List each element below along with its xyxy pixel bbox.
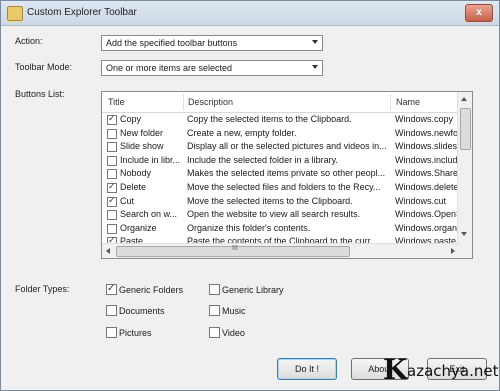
row-name: Windows.delete: [395, 181, 459, 192]
row-title: Slide show: [120, 141, 164, 152]
row-title: Cut: [120, 195, 135, 206]
folder-type-label: Video: [222, 328, 245, 338]
checkbox[interactable]: [209, 284, 220, 295]
row-title: Include in libr...: [120, 154, 181, 165]
horizontal-scrollbar[interactable]: III: [102, 243, 459, 258]
row-title: Delete: [120, 181, 147, 192]
scroll-thumb[interactable]: [460, 108, 471, 150]
row-description: Makes the selected items private so othe…: [187, 168, 386, 179]
row-description: Copy the selected items to the Clipboard…: [187, 114, 352, 124]
scroll-left-icon[interactable]: [106, 248, 110, 254]
list-item[interactable]: Organize Organize this folder's contents.…: [102, 222, 459, 236]
checkbox[interactable]: [106, 283, 117, 295]
folder-type-label: Documents: [119, 306, 165, 316]
toolbar-mode-label: Toolbar Mode:: [15, 62, 73, 72]
row-name: Windows.organiz: [395, 222, 459, 233]
scroll-corner: [458, 244, 472, 258]
row-name: Windows.copy: [395, 114, 454, 124]
row-name: Windows.newfol: [395, 127, 459, 138]
row-checkbox[interactable]: [107, 169, 117, 180]
toolbar-mode-value: One or more items are selected: [106, 63, 233, 73]
vertical-scrollbar[interactable]: [457, 92, 472, 244]
scroll-right-icon[interactable]: [451, 248, 455, 254]
toolbar-mode-dropdown[interactable]: One or more items are selected: [101, 60, 323, 76]
list-item[interactable]: Delete Move the selected files and folder…: [102, 181, 459, 195]
chevron-down-icon: [312, 40, 318, 44]
scroll-down-icon[interactable]: [461, 232, 467, 236]
do-it-button[interactable]: Do It !: [277, 358, 337, 380]
row-checkbox[interactable]: [107, 113, 117, 125]
folder-type-label: Generic Library: [222, 285, 284, 295]
action-dropdown[interactable]: Add the specified toolbar buttons: [101, 35, 323, 51]
checkbox[interactable]: [106, 327, 117, 338]
checkbox[interactable]: [106, 305, 117, 316]
row-description: Move the selected files and folders to t…: [187, 181, 381, 192]
column-divider[interactable]: [390, 94, 391, 110]
row-name: Windows.OpenS: [395, 209, 459, 220]
column-header-description[interactable]: Description: [188, 97, 233, 107]
action-value: Add the specified toolbar buttons: [106, 38, 238, 48]
title-bar: Custom Explorer Toolbar x: [1, 1, 499, 26]
row-description: Display all or the selected pictures and…: [187, 141, 387, 152]
row-title: Copy: [120, 114, 142, 124]
row-description: Organize this folder's contents.: [187, 222, 311, 233]
column-header-title[interactable]: Title: [108, 97, 125, 107]
watermark-text: azachya.net: [407, 362, 499, 380]
checkbox[interactable]: [209, 305, 220, 316]
app-folder-icon: [7, 6, 23, 21]
list-item[interactable]: Include in libr... Include the selected f…: [102, 154, 459, 168]
watermark-k-glyph: K: [383, 353, 408, 386]
row-description: Include the selected folder in a library…: [187, 154, 338, 165]
close-button[interactable]: x: [465, 4, 493, 22]
checkbox[interactable]: [209, 327, 220, 338]
folder-type-label: Generic Folders: [119, 285, 184, 295]
row-checkbox[interactable]: [107, 181, 117, 193]
list-item[interactable]: Cut Move the selected items to the Clipbo…: [102, 195, 459, 209]
list-item[interactable]: Nobody Makes the selected items private s…: [102, 167, 459, 181]
row-name: Windows.slidesh: [395, 141, 459, 152]
list-item[interactable]: Search on w... Open the website to view a…: [102, 208, 459, 222]
list-rows: Copy Copy the selected items to the Clipb…: [102, 113, 459, 258]
row-checkbox[interactable]: [107, 155, 117, 166]
row-checkbox[interactable]: [107, 223, 117, 234]
folder-type-label: Music: [222, 306, 246, 316]
buttons-list[interactable]: Title Description Name Copy Copy the sele…: [101, 91, 473, 259]
scroll-thumb[interactable]: III: [116, 245, 350, 257]
row-name: Windows.ShareP: [395, 168, 459, 179]
folder-type-label: Pictures: [119, 328, 152, 338]
row-description: Move the selected items to the Clipboard…: [187, 195, 353, 206]
scroll-grip: III: [232, 245, 238, 252]
row-title: Search on w...: [120, 209, 178, 220]
row-description: Open the website to view all search resu…: [187, 209, 361, 220]
row-checkbox[interactable]: [107, 128, 117, 139]
buttons-list-label: Buttons List:: [15, 89, 65, 99]
list-item[interactable]: Slide show Display all or the selected pi…: [102, 140, 459, 154]
row-name: Windows.include: [395, 154, 459, 165]
main-window: Custom Explorer Toolbar x Action: Add th…: [0, 0, 500, 391]
list-header: Title Description Name: [102, 92, 459, 113]
row-checkbox[interactable]: [107, 142, 117, 153]
column-header-name[interactable]: Name: [396, 97, 420, 107]
row-title: New folder: [120, 127, 164, 138]
chevron-down-icon: [312, 65, 318, 69]
row-title: Nobody: [120, 168, 152, 179]
action-label: Action:: [15, 36, 43, 46]
row-checkbox[interactable]: [107, 195, 117, 207]
column-divider[interactable]: [183, 94, 184, 110]
list-item[interactable]: Copy Copy the selected items to the Clipb…: [102, 113, 459, 127]
row-checkbox[interactable]: [107, 210, 117, 221]
row-title: Organize: [120, 222, 157, 233]
row-description: Create a new, empty folder.: [187, 127, 297, 138]
row-name: Windows.cut: [395, 195, 447, 206]
list-item[interactable]: New folder Create a new, empty folder. Win…: [102, 127, 459, 141]
window-title: Custom Explorer Toolbar: [27, 7, 137, 18]
folder-types-label: Folder Types:: [15, 284, 70, 294]
scroll-up-icon[interactable]: [461, 97, 467, 101]
watermark-logo: K azachya.net: [383, 353, 499, 389]
